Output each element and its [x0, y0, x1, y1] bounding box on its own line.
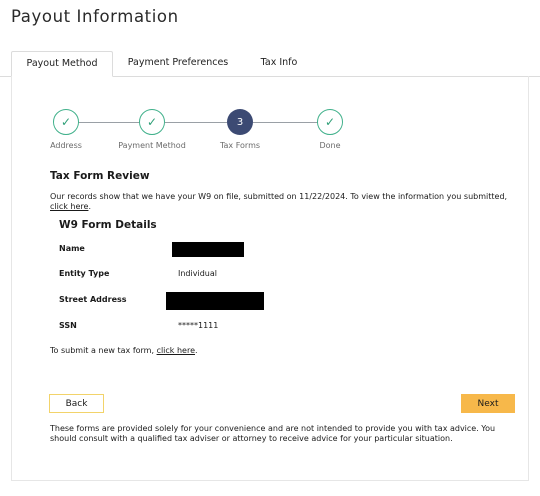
- tab-payout-method[interactable]: Payout Method: [11, 51, 113, 77]
- step-done-check-icon: ✓: [317, 109, 343, 135]
- next-button[interactable]: Next: [461, 394, 515, 413]
- tax-form-review-heading: Tax Form Review: [50, 170, 150, 182]
- view-submission-link[interactable]: click here: [50, 202, 88, 211]
- review-text-body: Our records show that we have your W9 on…: [50, 192, 508, 201]
- street-address-redaction: [166, 292, 264, 310]
- tab-payment-preferences[interactable]: Payment Preferences: [119, 51, 237, 76]
- entity-type-label: Entity Type: [59, 269, 110, 278]
- new-form-text: To submit a new tax form, click here.: [50, 346, 198, 355]
- page-title: Payout Information: [11, 7, 179, 26]
- name-label: Name: [59, 244, 85, 253]
- step-label-tax-forms: Tax Forms: [219, 141, 261, 150]
- w9-details-heading: W9 Form Details: [59, 219, 157, 231]
- step-label-done: Done: [319, 141, 341, 150]
- step-label-payment-method: Payment Method: [118, 141, 186, 150]
- step-address-check-icon: ✓: [53, 109, 79, 135]
- step-payment-method-check-icon: ✓: [139, 109, 165, 135]
- disclaimer-text: These forms are provided solely for your…: [50, 424, 496, 443]
- step-connector: [78, 122, 140, 123]
- tab-bar: Payout Method Payment Preferences Tax In…: [0, 51, 540, 77]
- tab-tax-info[interactable]: Tax Info: [243, 51, 315, 76]
- content-panel: [11, 76, 529, 481]
- step-connector: [165, 122, 227, 123]
- new-form-text-body: To submit a new tax form,: [50, 346, 157, 355]
- review-text-end: .: [88, 202, 91, 211]
- review-text: Our records show that we have your W9 on…: [50, 192, 525, 212]
- name-redaction: [172, 242, 244, 257]
- ssn-label: SSN: [59, 321, 77, 330]
- ssn-value: *****1111: [178, 321, 219, 330]
- street-address-label: Street Address: [59, 295, 127, 304]
- back-button[interactable]: Back: [49, 394, 104, 413]
- entity-type-value: Individual: [178, 269, 217, 278]
- submit-new-form-link[interactable]: click here: [157, 346, 195, 355]
- step-label-address: Address: [50, 141, 82, 150]
- step-connector: [253, 122, 318, 123]
- new-form-text-end: .: [195, 346, 198, 355]
- step-tax-forms-number: 3: [227, 109, 253, 135]
